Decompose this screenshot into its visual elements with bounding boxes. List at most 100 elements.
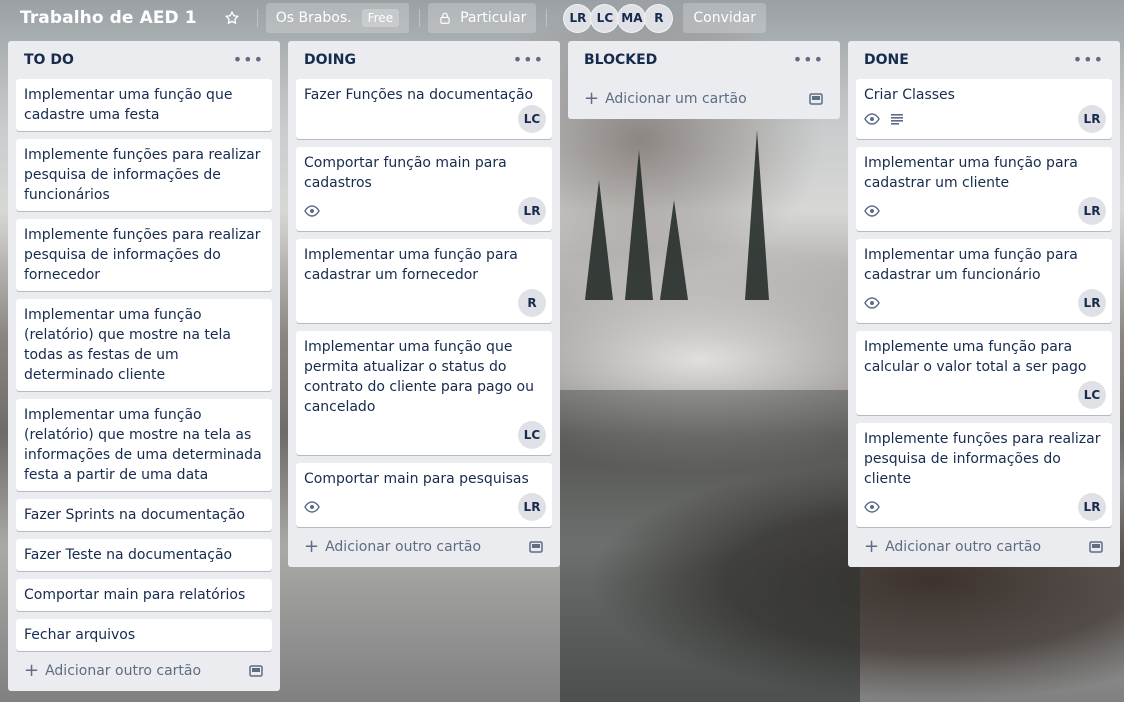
card[interactable]: Implemente uma função para calcular o va… [856,331,1112,415]
background-tree [660,200,688,300]
list-title[interactable]: BLOCKED [584,52,657,68]
team-name: Os Brabos. [275,10,352,26]
member-avatar[interactable]: LR [563,3,593,33]
more-horizontal-icon[interactable]: ••• [513,52,544,68]
card-member-avatar[interactable]: LR [518,493,546,521]
add-card-button[interactable]: + Adicionar outro cartão [856,527,1112,567]
card[interactable]: Implementar uma função para cadastrar um… [856,239,1112,323]
card-title: Implemente funções para realizar pesquis… [24,227,261,283]
card-footer: LR [864,105,1106,133]
plus-icon: + [304,536,320,557]
card[interactable]: Fazer Teste na documentação [16,539,272,571]
card[interactable]: Implementar uma função que cadastre uma … [16,79,272,131]
background-tree [745,130,769,300]
card-title: Implementar uma função que cadastre uma … [24,87,233,123]
card-title: Comportar função main para cadastros [304,155,507,191]
more-horizontal-icon[interactable]: ••• [1073,52,1104,68]
card-footer: R [304,289,546,317]
member-avatar[interactable]: MA [617,3,647,33]
eye-icon [864,297,880,309]
list-header: DOING ••• [296,41,552,79]
card-member-avatar[interactable]: LR [1078,197,1106,225]
list-header: BLOCKED ••• [576,41,832,79]
add-card-button[interactable]: + Adicionar outro cartão [16,651,272,691]
member-avatar[interactable]: R [644,3,674,33]
card-member-avatar[interactable]: LR [1078,289,1106,317]
card-title: Fazer Funções na documentação [304,87,534,103]
more-horizontal-icon[interactable]: ••• [793,52,824,68]
card-title: Implementar uma função (relatório) que m… [24,407,262,483]
member-avatar[interactable]: LC [590,3,620,33]
card-member-avatar[interactable]: LR [1078,493,1106,521]
card-footer: LC [864,381,1106,409]
visibility-label: Particular [460,10,527,26]
add-card-label: Adicionar outro cartão [45,663,202,679]
card-title: Implementar uma função que permita atual… [304,339,534,415]
card-title: Implementar uma função para cadastrar um… [864,155,1078,191]
star-button[interactable] [217,3,247,33]
card-template-icon[interactable] [528,539,544,555]
card-footer: LR [304,493,546,521]
card-member-avatar[interactable]: LR [1078,105,1106,133]
card-member-avatar[interactable]: LR [518,197,546,225]
team-plan-badge: Free [361,9,400,27]
card[interactable]: Implementar uma função que permita atual… [296,331,552,455]
card[interactable]: Implementar uma função (relatório) que m… [16,399,272,491]
card-title: Implementar uma função para cadastrar um… [304,247,518,283]
card-member-avatar[interactable]: LC [518,421,546,449]
card-template-icon[interactable] [1088,539,1104,555]
card[interactable]: Fazer Sprints na documentação [16,499,272,531]
card[interactable]: Comportar função main para cadastros LR [296,147,552,231]
add-card-label: Adicionar um cartão [605,91,747,107]
list-doing: DOING ••• Fazer Funções na documentação … [288,41,560,567]
header-divider [546,9,548,27]
card-title: Implemente funções para realizar pesquis… [864,431,1101,487]
card[interactable]: Implemente funções para realizar pesquis… [16,139,272,211]
card[interactable]: Fazer Funções na documentação LC [296,79,552,139]
card-footer: LR [864,289,1106,317]
list-title[interactable]: DONE [864,52,909,68]
card[interactable]: Implementar uma função para cadastrar um… [856,147,1112,231]
board-header: Trabalho de AED 1 Os Brabos. Free Partic… [0,0,1124,36]
list-title[interactable]: TO DO [24,52,74,68]
visibility-button[interactable]: Particular [428,3,537,33]
add-card-button[interactable]: + Adicionar um cartão [576,79,832,119]
header-divider [256,9,258,27]
card-member-avatar[interactable]: LC [518,105,546,133]
card[interactable]: Implemente funções para realizar pesquis… [16,219,272,291]
add-card-label: Adicionar outro cartão [325,539,482,555]
header-divider [419,9,421,27]
card-title: Comportar main para relatórios [24,587,246,603]
card[interactable]: Comportar main para pesquisas LR [296,463,552,527]
list-done: DONE ••• Criar Classes LR Implementar um… [848,41,1120,567]
add-card-button[interactable]: + Adicionar outro cartão [296,527,552,567]
team-button[interactable]: Os Brabos. Free [265,3,410,33]
card[interactable]: Criar Classes LR [856,79,1112,139]
card-title: Implemente funções para realizar pesquis… [24,147,261,203]
card[interactable]: Comportar main para relatórios [16,579,272,611]
card-footer: LR [864,197,1106,225]
eye-icon [304,205,320,217]
card-title: Comportar main para pesquisas [304,471,529,487]
card-member-avatar[interactable]: LC [1078,381,1106,409]
board-title[interactable]: Trabalho de AED 1 [12,8,205,28]
more-horizontal-icon[interactable]: ••• [233,52,264,68]
list-title[interactable]: DOING [304,52,356,68]
card[interactable]: Implementar uma função (relatório) que m… [16,299,272,391]
card-template-icon[interactable] [248,663,264,679]
card-title: Fazer Teste na documentação [24,547,233,563]
card[interactable]: Fechar arquivos [16,619,272,651]
card-container: Criar Classes LR Implementar uma função … [856,79,1112,527]
card-template-icon[interactable] [808,91,824,107]
card[interactable]: Implementar uma função para cadastrar um… [296,239,552,323]
card-container: Fazer Funções na documentação LC Comport… [296,79,552,527]
description-icon [891,114,903,125]
background-tree [625,150,653,300]
invite-button[interactable]: Convidar [683,3,767,33]
card-title: Implemente uma função para calcular o va… [864,339,1087,375]
plus-icon: + [584,88,600,109]
card[interactable]: Implemente funções para realizar pesquis… [856,423,1112,527]
card-member-avatar[interactable]: R [518,289,546,317]
card-title: Fazer Sprints na documentação [24,507,245,523]
lake-reflection [560,390,860,702]
